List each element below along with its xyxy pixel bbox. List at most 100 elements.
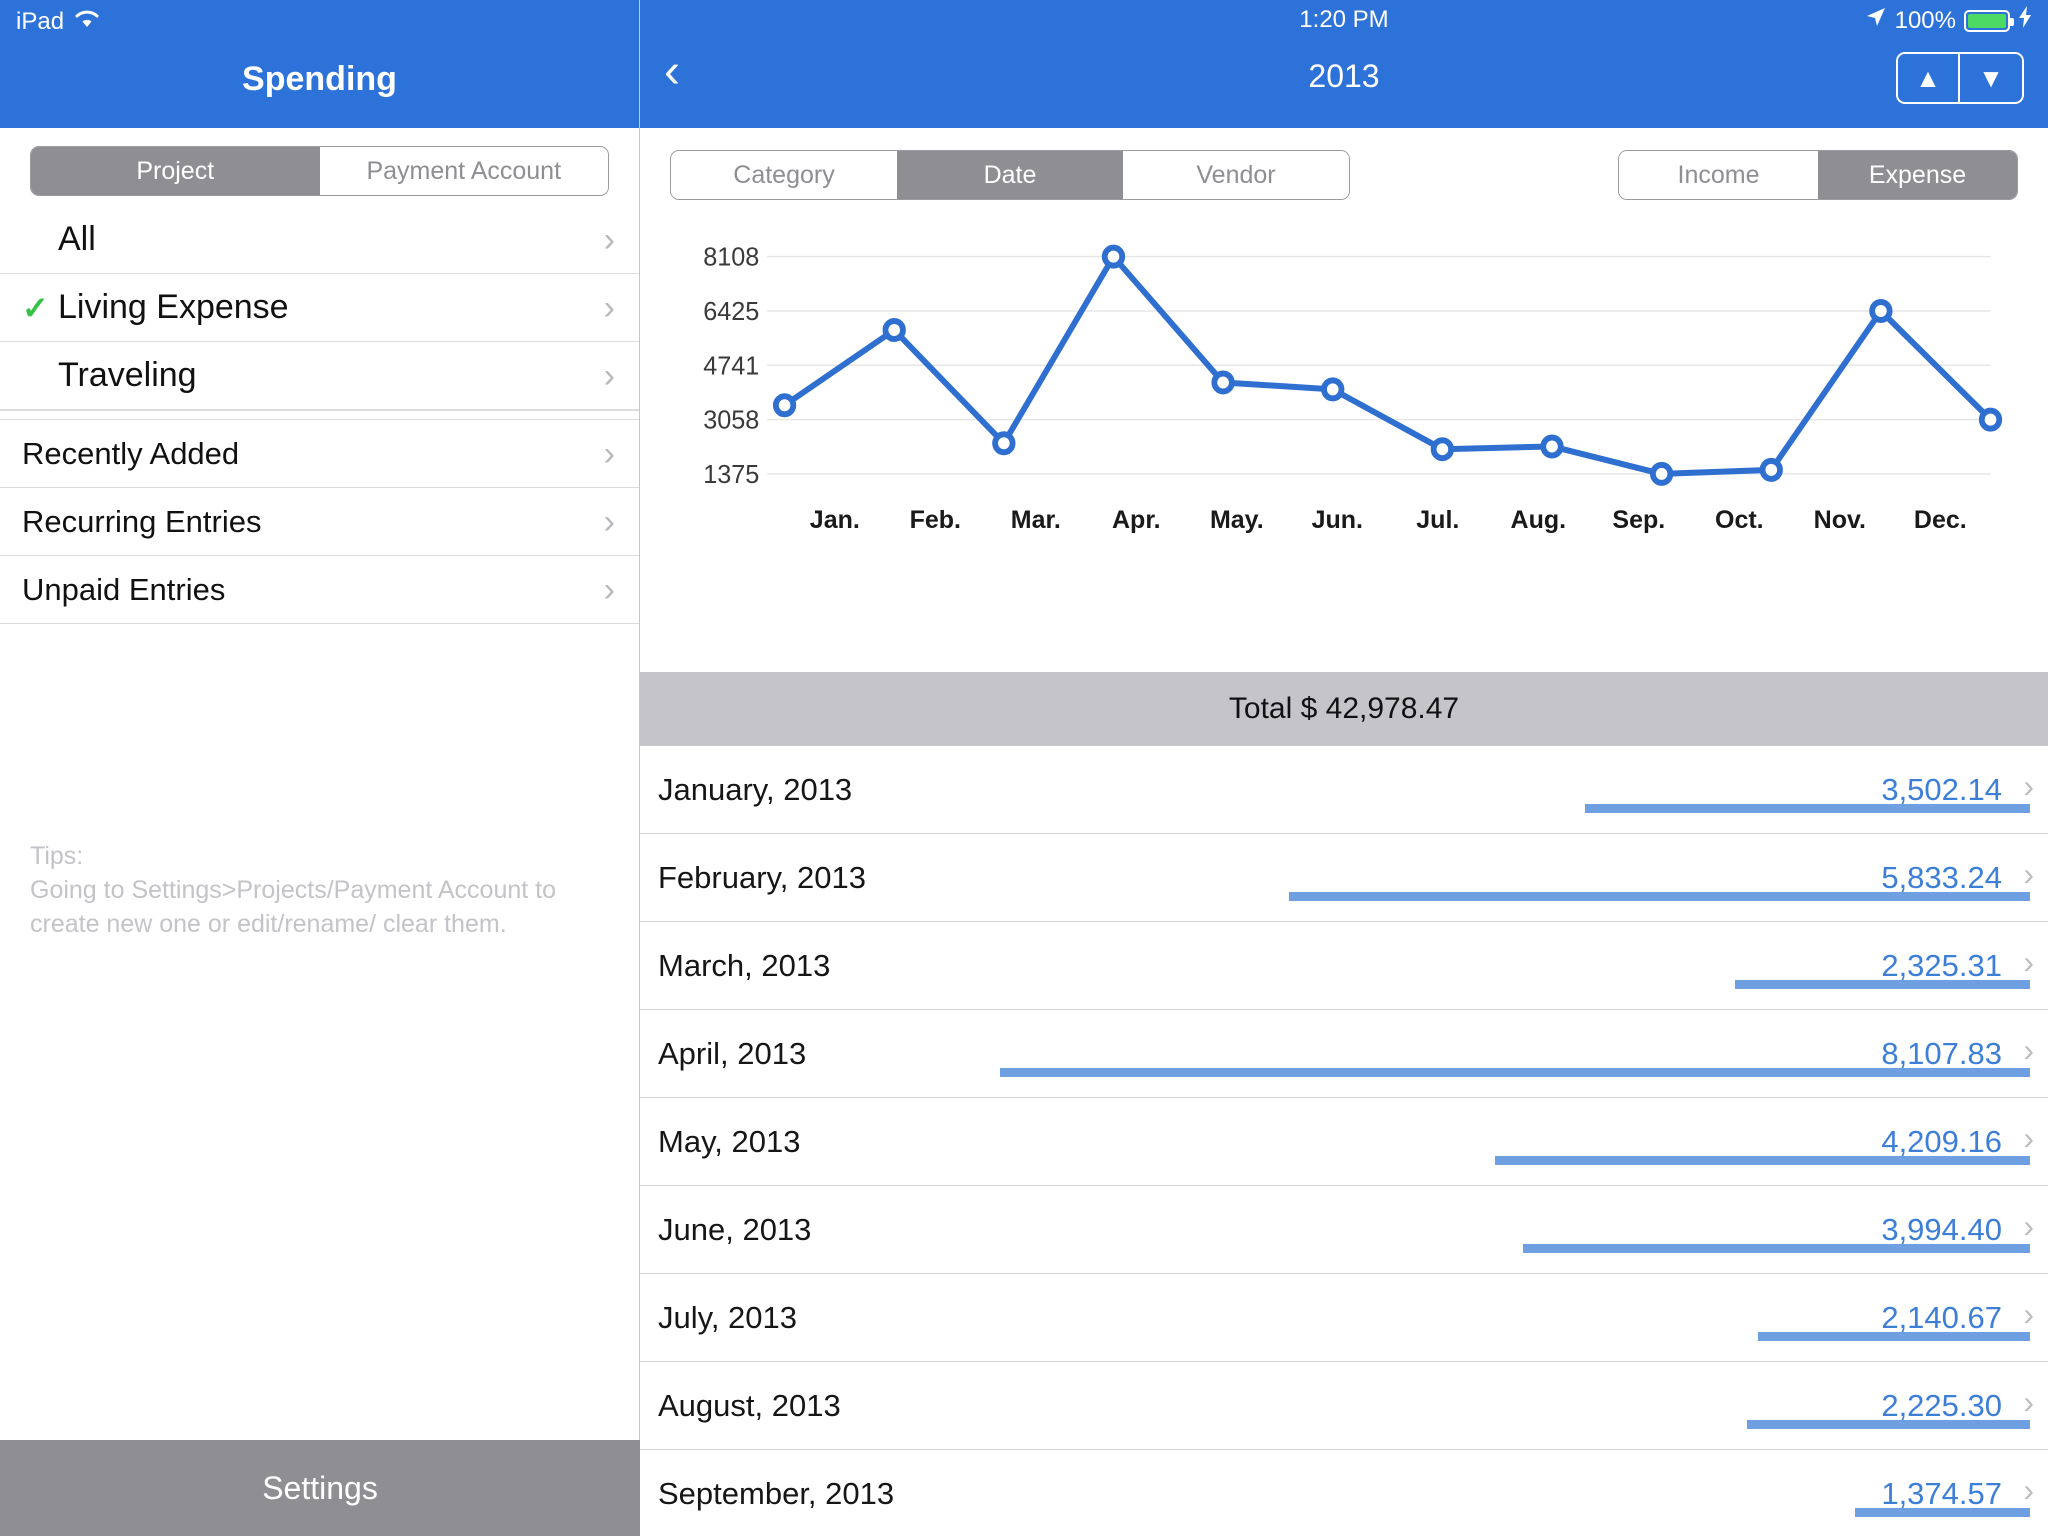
chevron-right-icon: › — [2023, 1032, 2034, 1068]
row-month-label: August, 2013 — [658, 1388, 841, 1423]
wifi-icon — [74, 8, 100, 36]
sidebar-item-label: Recurring Entries — [22, 503, 262, 539]
chart-x-tick: Jul. — [1416, 506, 1460, 534]
month-list: January, 2013 3,502.14 › February, 2013 … — [640, 746, 2048, 1536]
line-chart-svg: 8108 6425 4741 3058 1375 — [703, 243, 2003, 489]
segment-project[interactable]: Project — [31, 147, 320, 195]
row-value-bar — [1585, 804, 2030, 813]
segment-category[interactable]: Category — [671, 151, 897, 199]
total-label: Total $ 42,978.47 — [1228, 692, 1460, 725]
row-month-label: February, 2013 — [658, 860, 866, 895]
chart-x-tick: Sep. — [1612, 506, 1666, 534]
chart-x-axis: Jan. Feb. Mar. Apr. May. Jun. Jul. Aug. Sep. Oct.… — [670, 506, 2008, 535]
chevron-right-icon: › — [603, 570, 615, 609]
table-row[interactable]: May, 2013 4,209.16 › — [640, 1098, 2048, 1186]
row-value-bar — [1735, 980, 2030, 989]
battery-icon — [1964, 9, 2014, 32]
sidebar-item-recently-added[interactable]: Recently Added › — [0, 420, 639, 488]
project-list: ✓ All › ✓ Living Expense › ✓ Traveling ›… — [0, 206, 639, 624]
total-banner: Total $ 42,978.47 — [640, 672, 2048, 746]
chevron-right-icon: › — [2023, 1296, 2034, 1332]
segment-income[interactable]: Income — [1619, 151, 1818, 199]
table-row[interactable]: April, 2013 8,107.83 › — [640, 1010, 2048, 1098]
row-month-label: June, 2013 — [658, 1212, 812, 1247]
lightning-bolt-icon — [2018, 6, 2032, 35]
row-month-label: July, 2013 — [658, 1300, 798, 1335]
row-amount: 8,107.83 — [1881, 1036, 2002, 1071]
spending-app: iPad Spending Project Payment Account ✓ … — [0, 0, 2048, 1536]
row-value-bar — [1000, 1068, 2030, 1077]
table-row[interactable]: January, 2013 3,502.14 › — [640, 746, 2048, 834]
checkmark-icon-all: ✓ — [22, 221, 52, 259]
row-amount: 4,209.16 — [1881, 1124, 2002, 1159]
segment-vendor[interactable]: Vendor — [1123, 151, 1349, 199]
segment-payment-account[interactable]: Payment Account — [319, 147, 608, 195]
row-amount: 5,833.24 — [1881, 860, 2002, 895]
table-row[interactable]: August, 2013 2,225.30 › — [640, 1362, 2048, 1450]
table-row[interactable]: March, 2013 2,325.31 › — [640, 922, 2048, 1010]
line-chart: 8108 6425 4741 3058 1375 Jan. Feb. Mar. Apr. May… — [670, 234, 2008, 574]
row-month-label: March, 2013 — [658, 948, 831, 983]
row-value-bar — [1523, 1244, 2030, 1253]
settings-button[interactable]: Settings — [0, 1440, 640, 1536]
sidebar-item-traveling[interactable]: ✓ Traveling › — [0, 342, 639, 410]
row-value-bar — [1855, 1508, 2030, 1517]
sidebar-item-unpaid-entries[interactable]: Unpaid Entries › — [0, 556, 639, 624]
location-arrow-icon — [1865, 6, 1887, 35]
table-row[interactable]: June, 2013 3,994.40 › — [640, 1186, 2048, 1274]
chevron-right-icon: › — [603, 288, 615, 327]
svg-text:8108: 8108 — [703, 243, 759, 271]
chevron-right-icon: › — [2023, 768, 2034, 804]
table-row[interactable]: February, 2013 5,833.24 › — [640, 834, 2048, 922]
chevron-right-icon: › — [2023, 1472, 2034, 1508]
row-month-label: May, 2013 — [658, 1124, 801, 1159]
segment-date[interactable]: Date — [897, 151, 1123, 199]
chart-x-tick: Jun. — [1311, 506, 1364, 534]
scope-segmented-control-wrap: Project Payment Account — [0, 128, 639, 206]
chart-x-tick: Feb. — [909, 506, 962, 534]
chevron-right-icon: › — [603, 356, 615, 395]
flow-segmented-control[interactable]: Income Expense — [1618, 150, 2018, 200]
chevron-right-icon: › — [2023, 1384, 2034, 1420]
sidebar-item-all[interactable]: ✓ All › — [0, 206, 639, 274]
chart-x-tick: Aug. — [1510, 506, 1567, 534]
chart-x-tick: Oct. — [1715, 506, 1764, 534]
row-value-bar — [1758, 1332, 2030, 1341]
row-value-bar — [1495, 1156, 2030, 1165]
table-row[interactable]: September, 2013 1,374.57 › — [640, 1450, 2048, 1536]
list-divider — [0, 410, 639, 420]
sidebar-item-living-expense[interactable]: ✓ Living Expense › — [0, 274, 639, 342]
sidebar-item-label: Unpaid Entries — [22, 571, 226, 607]
row-amount: 1,374.57 — [1881, 1476, 2002, 1511]
triangle-up-icon[interactable]: ▲ — [1898, 54, 1960, 102]
group-segmented-control[interactable]: Category Date Vendor — [670, 150, 1350, 200]
table-row[interactable]: July, 2013 2,140.67 › — [640, 1274, 2048, 1362]
chevron-right-icon: › — [603, 502, 615, 541]
tips-heading: Tips: — [30, 842, 84, 870]
sidebar-item-recurring-entries[interactable]: Recurring Entries › — [0, 488, 639, 556]
status-bar-clock: 1:20 PM — [1299, 6, 1389, 33]
triangle-down-icon[interactable]: ▼ — [1960, 54, 2022, 102]
sidebar-item-label: Recently Added — [22, 435, 240, 471]
chevron-right-icon: › — [2023, 1120, 2034, 1156]
segment-expense[interactable]: Expense — [1818, 151, 2017, 199]
row-amount: 2,325.31 — [1881, 948, 2002, 983]
status-bar-right: 100% — [1865, 6, 2032, 35]
sidebar-item-label: Traveling — [58, 356, 197, 394]
scope-segmented-control[interactable]: Project Payment Account — [30, 146, 609, 196]
chart-x-tick: Nov. — [1813, 506, 1866, 534]
chart-x-tick: Apr. — [1112, 506, 1161, 534]
row-month-label: April, 2013 — [658, 1036, 807, 1071]
svg-text:3058: 3058 — [703, 406, 759, 434]
tips-body: Going to Settings>Projects/Payment Accou… — [30, 875, 556, 938]
year-stepper[interactable]: ▲ ▼ — [1896, 52, 2024, 104]
chart-x-tick: Jan. — [809, 506, 860, 534]
chevron-right-icon: › — [2023, 944, 2034, 980]
row-amount: 2,225.30 — [1881, 1388, 2002, 1423]
detail-pane: 1:20 PM 100% ‹ 2013 ▲ ▼ Category Date Ve… — [640, 0, 2048, 1536]
svg-text:4741: 4741 — [703, 352, 759, 380]
checkmark-icon: ✓ — [22, 289, 49, 326]
tips-block: Tips: Going to Settings>Projects/Payment… — [30, 840, 613, 941]
sidebar-item-label: Living Expense — [58, 288, 289, 326]
row-value-bar — [1289, 892, 2030, 901]
